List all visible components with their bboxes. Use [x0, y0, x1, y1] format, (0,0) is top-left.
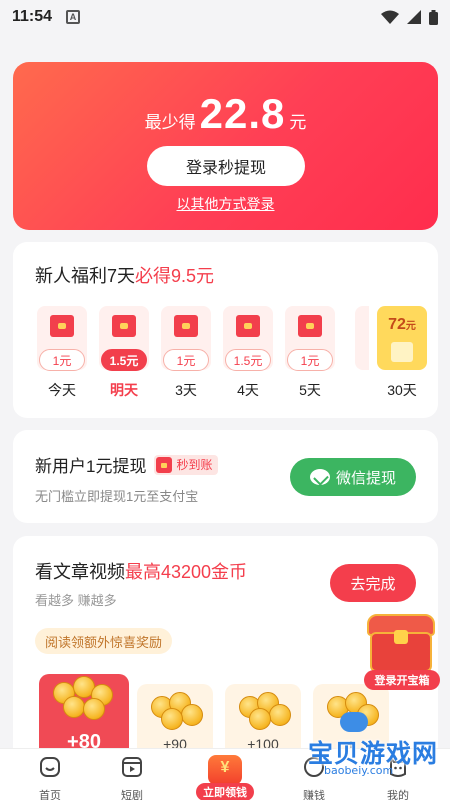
nav-label: 我的 — [387, 790, 409, 800]
signal-icon — [407, 10, 421, 24]
coin-icon — [63, 696, 85, 718]
day-item-partial — [355, 306, 369, 370]
coin-icon — [161, 708, 183, 730]
day-amount: 1.5元 — [225, 349, 271, 371]
new-user-title-row: 新用户1元提现 秒到账 — [35, 452, 219, 477]
newbie-title-part2: 必得 — [135, 266, 172, 286]
day-amount: 1.5元 — [101, 349, 147, 371]
new-user-withdraw-card: 新用户1元提现 秒到账 无门槛立即提现1元至支付宝 微信提现 — [13, 430, 438, 523]
wifi-icon — [381, 10, 399, 24]
day-label: 4天 — [237, 382, 259, 398]
badge-label: 秒到账 — [176, 458, 213, 472]
red-envelope-icon — [112, 315, 136, 337]
coin-icon — [83, 698, 105, 720]
nav-label: 首页 — [39, 790, 61, 800]
hero-amount-row: 最少得 22.8 元 — [13, 90, 438, 138]
wechat-withdraw-button[interactable]: 微信提现 — [290, 458, 416, 496]
day-box: 1元 — [37, 306, 87, 371]
newbie-welfare-card: 新人福利7天必得9.5元 1元 今天 1.5元 明天 1元 3天 1.5元 4天… — [13, 242, 438, 418]
coin-icon — [181, 704, 203, 726]
day-box: 1元 — [161, 306, 211, 371]
notification-a-icon: A — [66, 10, 81, 24]
day-box: 1.5元 — [223, 306, 273, 371]
coin-icon — [269, 704, 291, 726]
gold-envelope-icon — [391, 342, 413, 362]
day-label: 30天 — [387, 382, 417, 398]
status-bar: 11:54 A — [0, 0, 450, 34]
other-login-link[interactable]: 以其他方式登录 — [13, 194, 438, 214]
instant-arrival-badge: 秒到账 — [154, 454, 219, 475]
day-item-1[interactable]: 1元 今天 — [37, 306, 87, 400]
red-envelope-icon — [174, 315, 198, 337]
wechat-withdraw-label: 微信提现 — [335, 469, 396, 487]
home-icon — [40, 757, 60, 777]
site-watermark: 宝贝游戏网 baobeiy.com — [296, 712, 446, 784]
day-label: 明天 — [110, 382, 138, 398]
day-label: 3天 — [175, 382, 197, 398]
day-box: 1.5元 — [99, 306, 149, 371]
red-envelope-icon — [156, 456, 173, 473]
hero-prefix: 最少得 — [144, 113, 196, 132]
reading-reward-tag: 阅读领额外惊喜奖励 — [35, 628, 173, 654]
login-withdraw-button[interactable]: 登录秒提现 — [147, 146, 305, 186]
day-box: 1元 — [285, 306, 335, 371]
day-item-3[interactable]: 1元 3天 — [161, 306, 211, 400]
gamepad-icon — [340, 712, 368, 732]
watermark-url: baobeiy.com — [324, 764, 394, 777]
play-video-icon — [122, 757, 142, 777]
wechat-icon — [309, 469, 330, 485]
nav-get-money[interactable]: 立即领钱 — [196, 755, 254, 800]
day-amount: 1元 — [287, 349, 333, 371]
go-complete-button[interactable]: 去完成 — [330, 564, 416, 602]
day-item-5[interactable]: 1元 5天 — [285, 306, 335, 400]
newbie-title: 新人福利7天必得9.5元 — [35, 262, 214, 288]
nav-label: 短剧 — [121, 790, 143, 800]
treasure-label: 登录开宝箱 — [364, 670, 440, 690]
day30-box: 72元 — [377, 306, 427, 370]
status-icons — [381, 9, 438, 25]
red-envelope-icon — [298, 315, 322, 337]
day30-value-unit: 元 — [405, 321, 416, 332]
nav-label: 赚钱 — [303, 790, 325, 800]
red-envelope-icon — [50, 315, 74, 337]
newbie-title-amount: 9.5元 — [171, 266, 215, 286]
new-user-subtitle: 无门槛立即提现1元至支付宝 — [35, 489, 199, 504]
day-amount: 1元 — [163, 349, 209, 371]
day-item-30[interactable]: 72元 30天 — [377, 306, 427, 400]
day-amount: 1元 — [39, 349, 85, 371]
day30-value-number: 72 — [388, 316, 406, 333]
nav-home[interactable]: 首页 — [22, 755, 78, 800]
day30-value: 72元 — [377, 316, 427, 334]
hero-unit: 元 — [289, 113, 307, 132]
hero-card: 最少得 22.8 元 登录秒提现 以其他方式登录 — [13, 62, 438, 230]
red-envelope-icon — [236, 315, 260, 337]
article-title-part1: 看文章视频 — [35, 562, 125, 582]
nav-short-drama[interactable]: 短剧 — [104, 755, 160, 800]
newbie-title-days: 7天 — [107, 266, 136, 286]
day-label: 5天 — [299, 382, 321, 398]
day-item-2[interactable]: 1.5元 明天 — [99, 306, 149, 400]
status-time: 11:54 — [12, 8, 53, 25]
article-title-highlight: 最高43200金币 — [125, 562, 248, 582]
coin-icon — [249, 708, 271, 730]
day-label: 今天 — [48, 382, 76, 398]
nav-center-label: 立即领钱 — [196, 783, 254, 800]
hero-amount: 22.8 — [199, 90, 286, 137]
chest-lock-icon — [394, 630, 408, 644]
day-item-4[interactable]: 1.5元 4天 — [223, 306, 273, 400]
article-subtitle: 看越多 赚越多 — [35, 593, 117, 608]
day-list: 1元 今天 1.5元 明天 1元 3天 1.5元 4天 1元 5天 72元 30… — [37, 306, 427, 406]
newbie-title-part1: 新人福利 — [35, 266, 107, 286]
treasure-chest-widget[interactable]: 登录开宝箱 — [362, 610, 442, 692]
new-user-title: 新用户1元提现 — [35, 457, 147, 476]
battery-icon — [429, 9, 438, 25]
article-title: 看文章视频最高43200金币 — [35, 558, 247, 584]
money-bag-icon — [208, 755, 242, 785]
